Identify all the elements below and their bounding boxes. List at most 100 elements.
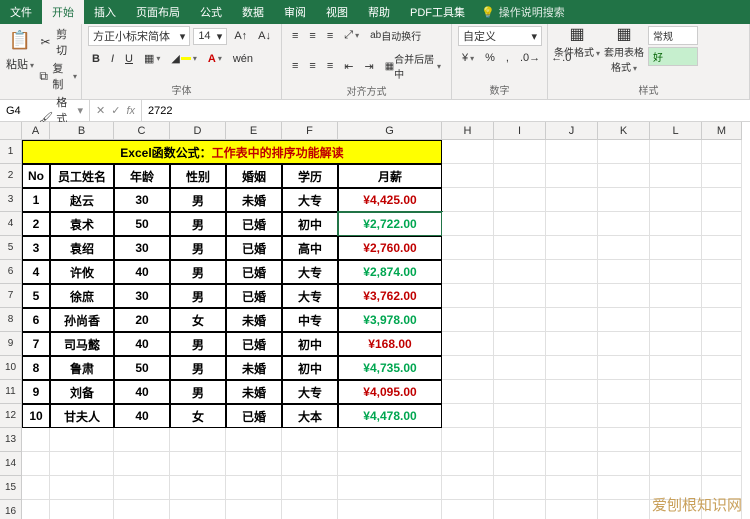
row-header-1[interactable]: 1 xyxy=(0,140,22,164)
data-cell[interactable]: 女 xyxy=(170,404,226,428)
data-cell[interactable]: 已婚 xyxy=(226,260,282,284)
decrease-font-button[interactable]: A↓ xyxy=(254,28,275,44)
row-header-5[interactable]: 5 xyxy=(0,236,22,260)
data-cell[interactable]: 初中 xyxy=(282,356,338,380)
data-cell[interactable]: 男 xyxy=(170,260,226,284)
data-cell[interactable]: ¥3,762.00 xyxy=(338,284,442,308)
tab-formula[interactable]: 公式 xyxy=(190,0,232,24)
data-cell[interactable]: 女 xyxy=(170,308,226,332)
data-cell[interactable]: 4 xyxy=(22,260,50,284)
col-header-I[interactable]: I xyxy=(494,122,546,140)
increase-decimal-button[interactable]: .0→ xyxy=(516,50,544,66)
row-header-2[interactable]: 2 xyxy=(0,164,22,188)
align-right-button[interactable]: ≡ xyxy=(323,58,337,74)
data-cell[interactable]: 赵云 xyxy=(50,188,114,212)
col-header-K[interactable]: K xyxy=(598,122,650,140)
fill-color-button[interactable]: ◢ xyxy=(167,50,200,67)
data-cell[interactable]: ¥4,478.00 xyxy=(338,404,442,428)
data-cell[interactable]: 大本 xyxy=(282,404,338,428)
paste-icon[interactable]: 📋 xyxy=(6,26,34,54)
col-header-M[interactable]: M xyxy=(702,122,742,140)
header-cell[interactable]: 员工姓名 xyxy=(50,164,114,188)
data-cell[interactable]: 40 xyxy=(114,380,170,404)
data-cell[interactable]: 大专 xyxy=(282,380,338,404)
tab-pdf[interactable]: PDF工具集 xyxy=(400,0,475,24)
data-cell[interactable]: 高中 xyxy=(282,236,338,260)
data-cell[interactable]: ¥3,978.00 xyxy=(338,308,442,332)
header-cell[interactable]: 性别 xyxy=(170,164,226,188)
tab-review[interactable]: 审阅 xyxy=(274,0,316,24)
data-cell[interactable]: 大专 xyxy=(282,260,338,284)
row-header-11[interactable]: 11 xyxy=(0,380,22,404)
data-cell[interactable]: 已婚 xyxy=(226,332,282,356)
col-header-C[interactable]: C xyxy=(114,122,170,140)
decrease-indent-button[interactable]: ⇤ xyxy=(340,58,357,75)
data-cell[interactable]: 男 xyxy=(170,380,226,404)
cell-style-normal[interactable]: 常规 xyxy=(648,26,698,45)
orientation-button[interactable]: ⤢ xyxy=(340,27,363,44)
align-left-button[interactable]: ≡ xyxy=(288,58,302,74)
number-format-select[interactable]: 自定义▾ xyxy=(458,26,542,46)
data-cell[interactable]: 男 xyxy=(170,188,226,212)
name-box[interactable]: G4▾ xyxy=(0,100,90,121)
tell-me-search[interactable]: 💡 操作说明搜索 xyxy=(475,4,571,20)
data-cell[interactable]: 10 xyxy=(22,404,50,428)
row-header-16[interactable]: 16 xyxy=(0,500,22,519)
data-cell[interactable]: 6 xyxy=(22,308,50,332)
row-header-3[interactable]: 3 xyxy=(0,188,22,212)
data-cell[interactable]: 男 xyxy=(170,236,226,260)
data-cell[interactable]: 已婚 xyxy=(226,212,282,236)
data-cell[interactable]: 50 xyxy=(114,356,170,380)
data-cell[interactable]: 甘夫人 xyxy=(50,404,114,428)
cancel-formula-button[interactable]: ✕ xyxy=(96,104,105,117)
col-header-B[interactable]: B xyxy=(50,122,114,140)
conditional-format-button[interactable]: 条件格式 xyxy=(554,44,600,59)
header-cell[interactable]: 学历 xyxy=(282,164,338,188)
row-header-10[interactable]: 10 xyxy=(0,356,22,380)
increase-indent-button[interactable]: ⇥ xyxy=(360,58,377,75)
col-header-A[interactable]: A xyxy=(22,122,50,140)
data-cell[interactable]: ¥4,095.00 xyxy=(338,380,442,404)
data-cell[interactable]: 1 xyxy=(22,188,50,212)
col-header-D[interactable]: D xyxy=(170,122,226,140)
data-cell[interactable]: 30 xyxy=(114,284,170,308)
data-cell[interactable]: 未婚 xyxy=(226,380,282,404)
percent-button[interactable]: % xyxy=(481,50,499,66)
data-cell[interactable]: 男 xyxy=(170,332,226,356)
header-cell[interactable]: No xyxy=(22,164,50,188)
row-header-12[interactable]: 12 xyxy=(0,404,22,428)
currency-button[interactable]: ¥ xyxy=(458,50,478,66)
row-header-7[interactable]: 7 xyxy=(0,284,22,308)
bold-button[interactable]: B xyxy=(88,51,104,67)
tab-data[interactable]: 数据 xyxy=(232,0,274,24)
row-header-15[interactable]: 15 xyxy=(0,476,22,500)
data-cell[interactable]: 男 xyxy=(170,356,226,380)
data-cell[interactable]: 2 xyxy=(22,212,50,236)
border-button[interactable]: ▦ xyxy=(140,50,164,67)
tab-home[interactable]: 开始 xyxy=(42,0,84,24)
data-cell[interactable]: ¥4,425.00 xyxy=(338,188,442,212)
row-header-6[interactable]: 6 xyxy=(0,260,22,284)
data-cell[interactable]: 未婚 xyxy=(226,308,282,332)
row-header-4[interactable]: 4 xyxy=(0,212,22,236)
underline-button[interactable]: U xyxy=(121,51,137,67)
data-cell[interactable]: 已婚 xyxy=(226,284,282,308)
font-family-select[interactable]: 方正小标宋简体▾ xyxy=(88,26,190,46)
title-cell[interactable]: Excel函数公式：工作表中的排序功能解读 xyxy=(22,140,442,164)
formula-input[interactable]: 2722 xyxy=(142,105,750,117)
data-cell[interactable]: 已婚 xyxy=(226,404,282,428)
select-all-corner[interactable] xyxy=(0,122,22,140)
align-bottom-button[interactable]: ≡ xyxy=(323,28,337,44)
data-cell[interactable]: 男 xyxy=(170,212,226,236)
row-header-9[interactable]: 9 xyxy=(0,332,22,356)
data-cell[interactable]: 孙尚香 xyxy=(50,308,114,332)
phonetic-button[interactable]: wén xyxy=(229,51,257,67)
header-cell[interactable]: 月薪 xyxy=(338,164,442,188)
spreadsheet-grid[interactable]: ABCDEFGHIJKLM 12345678910111213141516 Ex… xyxy=(0,122,750,519)
data-cell[interactable]: 5 xyxy=(22,284,50,308)
col-header-E[interactable]: E xyxy=(226,122,282,140)
cut-button[interactable]: ✂剪切 xyxy=(38,26,77,58)
merge-center-button[interactable]: ▦ 合并后居中 xyxy=(381,49,445,83)
data-cell[interactable]: 鲁肃 xyxy=(50,356,114,380)
data-cell[interactable]: 袁绍 xyxy=(50,236,114,260)
